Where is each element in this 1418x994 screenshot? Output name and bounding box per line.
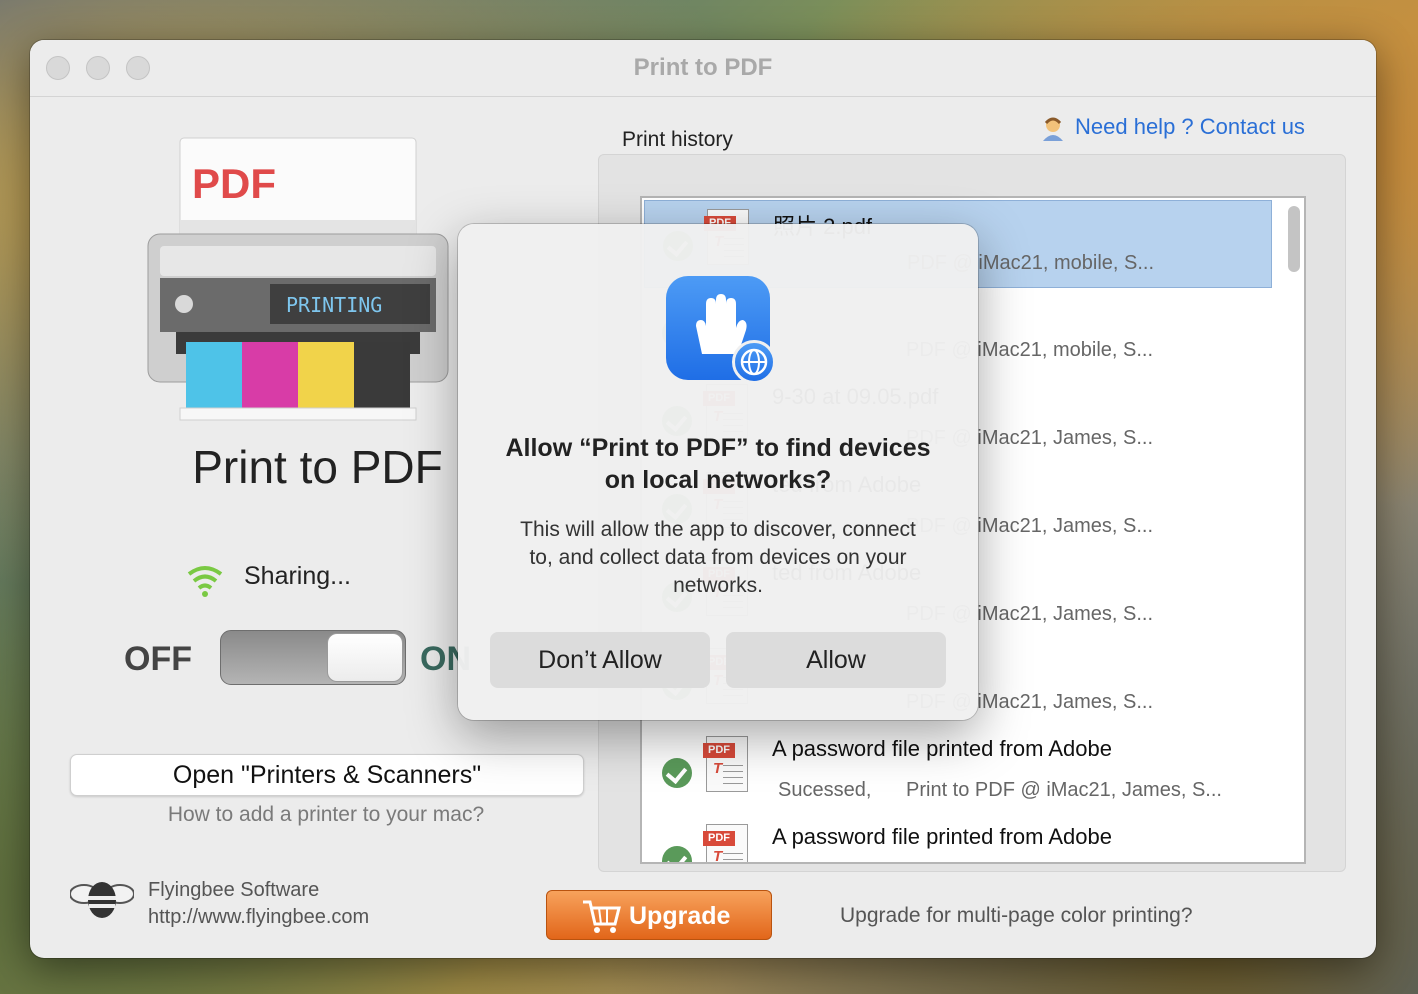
history-row[interactable]: PDF T A password file printed from Adobe Su… xyxy=(644,728,1272,816)
pdf-tag: PDF xyxy=(703,743,735,758)
printer-display: PRINTING xyxy=(286,293,382,317)
cart-icon xyxy=(583,900,621,933)
company-name: Flyingbee Software xyxy=(148,879,320,901)
window-title: Print to PDF xyxy=(633,54,773,81)
local-network-permission-dialog: Allow “Print to PDF” to find devices on … xyxy=(458,224,978,720)
doc-line xyxy=(723,859,743,860)
titlebar: Print to PDF xyxy=(30,40,1376,97)
history-scrollbar[interactable] xyxy=(1288,206,1300,272)
add-printer-help-link[interactable]: How to add a printer to your mac? xyxy=(70,803,582,827)
pdf-file-icon: PDF T xyxy=(703,736,748,792)
history-printer-info: Print to PDF @ iMac21, James, S... xyxy=(906,779,1222,801)
doc-line xyxy=(723,783,743,784)
pdf-file-icon: PDF T xyxy=(703,824,748,864)
history-status: Sucessed, xyxy=(778,779,872,801)
app-window: Print to PDF PDF PRINTING Print to PDF S… xyxy=(30,40,1376,958)
globe-icon xyxy=(732,340,776,384)
doc-line xyxy=(723,771,743,772)
upgrade-note: Upgrade for multi-page color printing? xyxy=(840,904,1193,927)
history-file-name: A password file printed from Adobe xyxy=(772,736,1112,761)
text-glyph-icon: T xyxy=(713,760,723,777)
history-row[interactable]: PDF T A password file printed from Adobe xyxy=(644,816,1272,864)
doc-line xyxy=(723,765,743,766)
doc-line xyxy=(723,777,743,778)
toggle-off-label: OFF xyxy=(124,640,192,678)
pdf-badge: PDF xyxy=(192,160,276,207)
open-printers-scanners-button[interactable]: Open "Printers & Scanners" xyxy=(70,754,584,796)
company-info: Flyingbee Software http://www.flyingbee.… xyxy=(148,877,369,931)
printer-illustration: PDF PRINTING xyxy=(147,137,449,421)
upgrade-button[interactable]: Upgrade xyxy=(546,890,772,940)
text-glyph-icon: T xyxy=(713,848,723,864)
wifi-sharing-icon xyxy=(187,566,223,597)
success-check-icon xyxy=(662,846,692,862)
dont-allow-button[interactable]: Don’t Allow xyxy=(490,632,710,688)
print-history-label: Print history xyxy=(622,128,733,151)
toggle-knob[interactable] xyxy=(327,633,403,682)
dialog-message: This will allow the app to discover, con… xyxy=(520,518,916,597)
success-check-icon xyxy=(662,758,692,788)
allow-button[interactable]: Allow xyxy=(726,632,946,688)
upgrade-label: Upgrade xyxy=(629,902,731,930)
flyingbee-logo-icon xyxy=(70,882,134,918)
sharing-toggle[interactable] xyxy=(220,630,406,685)
pdf-tag: PDF xyxy=(703,831,735,846)
dialog-title: Allow “Print to PDF” to find devices on … xyxy=(505,434,931,494)
company-url[interactable]: http://www.flyingbee.com xyxy=(148,904,369,931)
help-text[interactable]: Need help ? Contact us xyxy=(1075,114,1305,140)
sharing-status: Sharing... xyxy=(244,562,352,590)
doc-line xyxy=(723,853,743,854)
support-person-icon xyxy=(1043,117,1063,141)
app-name-heading: Print to PDF xyxy=(192,441,443,493)
history-file-name: A password file printed from Adobe xyxy=(772,824,1112,849)
